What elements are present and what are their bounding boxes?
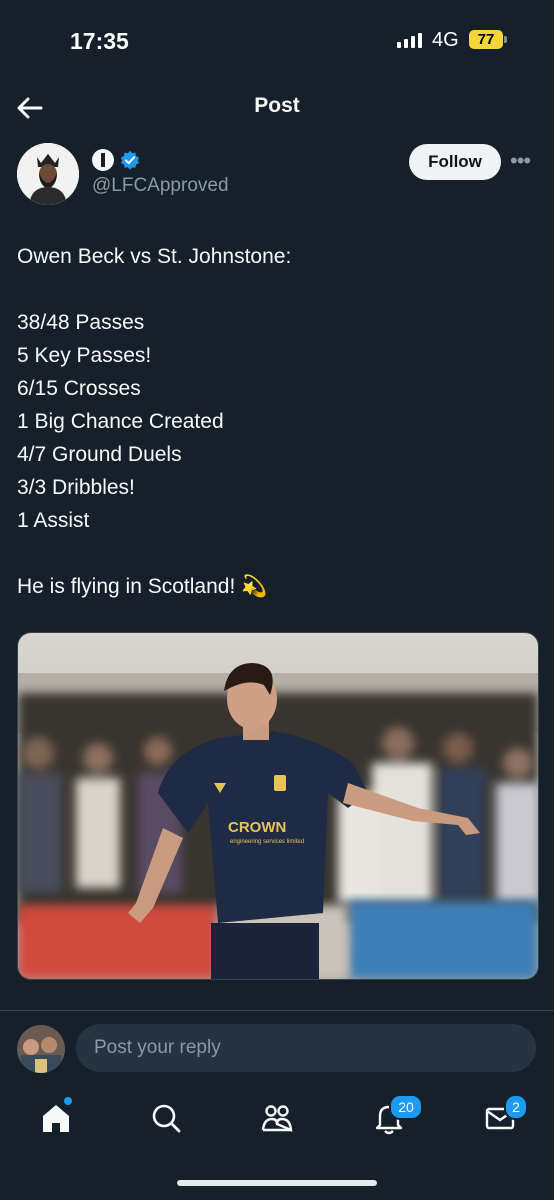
tweet-media-photo[interactable]: CROWN engineering services limited — [17, 632, 539, 980]
page-title: Post — [254, 94, 300, 117]
notifications-badge: 20 — [389, 1094, 423, 1120]
stat-line: 4/7 Ground Duels — [17, 443, 182, 466]
messages-tab[interactable]: 2 — [482, 1094, 528, 1136]
search-icon — [152, 1104, 181, 1133]
home-tab[interactable] — [38, 1097, 74, 1136]
stat-line: 5 Key Passes! — [17, 344, 152, 367]
home-icon — [43, 1105, 69, 1132]
reply-input[interactable]: Post your reply — [76, 1024, 536, 1072]
verified-badge-icon — [120, 150, 140, 170]
home-notification-dot — [64, 1097, 72, 1105]
user-avatar[interactable] — [17, 1025, 65, 1073]
search-tab[interactable] — [148, 1100, 184, 1136]
sponsor-text: CROWN — [228, 819, 286, 836]
notifications-tab[interactable]: 20 — [371, 1094, 423, 1136]
home-indicator[interactable] — [177, 1180, 377, 1186]
stat-line: 3/3 Dribbles! — [17, 476, 135, 499]
tweet-closing: He is flying in Scotland! 💫 — [17, 575, 268, 598]
football-player-photo: CROWN engineering services limited — [18, 633, 538, 979]
communities-tab[interactable] — [259, 1100, 295, 1136]
network-type: 4G — [432, 29, 459, 51]
stat-line: 1 Big Chance Created — [17, 410, 224, 433]
more-options-icon[interactable]: ••• — [510, 148, 531, 174]
tweet-intro: Owen Beck vs St. Johnstone: — [17, 245, 292, 268]
display-name-logo-icon — [92, 149, 114, 171]
signal-icon — [397, 32, 422, 48]
follow-button[interactable]: Follow — [409, 144, 501, 180]
status-bar: 17:35 4G 77 — [0, 0, 554, 80]
author-avatar[interactable] — [17, 143, 79, 205]
bottom-nav: 20 2 — [0, 1082, 554, 1162]
messages-badge: 2 — [504, 1094, 528, 1120]
top-bar: Post — [0, 80, 554, 136]
battery-icon: 77 — [469, 30, 503, 49]
sponsor-subtext: engineering services limited — [230, 839, 304, 845]
communities-icon — [261, 1105, 293, 1132]
battery-cap — [504, 36, 507, 43]
stat-line: 38/48 Passes — [17, 311, 145, 334]
tweet-text: Owen Beck vs St. Johnstone: 38/48 Passes… — [17, 240, 537, 603]
author-name-row[interactable] — [92, 149, 140, 171]
reply-bar: Post your reply — [0, 1010, 554, 1083]
stat-line: 1 Assist — [17, 509, 90, 532]
author-handle[interactable]: @LFCApproved — [92, 175, 229, 197]
stat-line: 6/15 Crosses — [17, 377, 141, 400]
author-row: @LFCApproved Follow ••• — [0, 142, 554, 212]
status-time: 17:35 — [70, 28, 129, 54]
